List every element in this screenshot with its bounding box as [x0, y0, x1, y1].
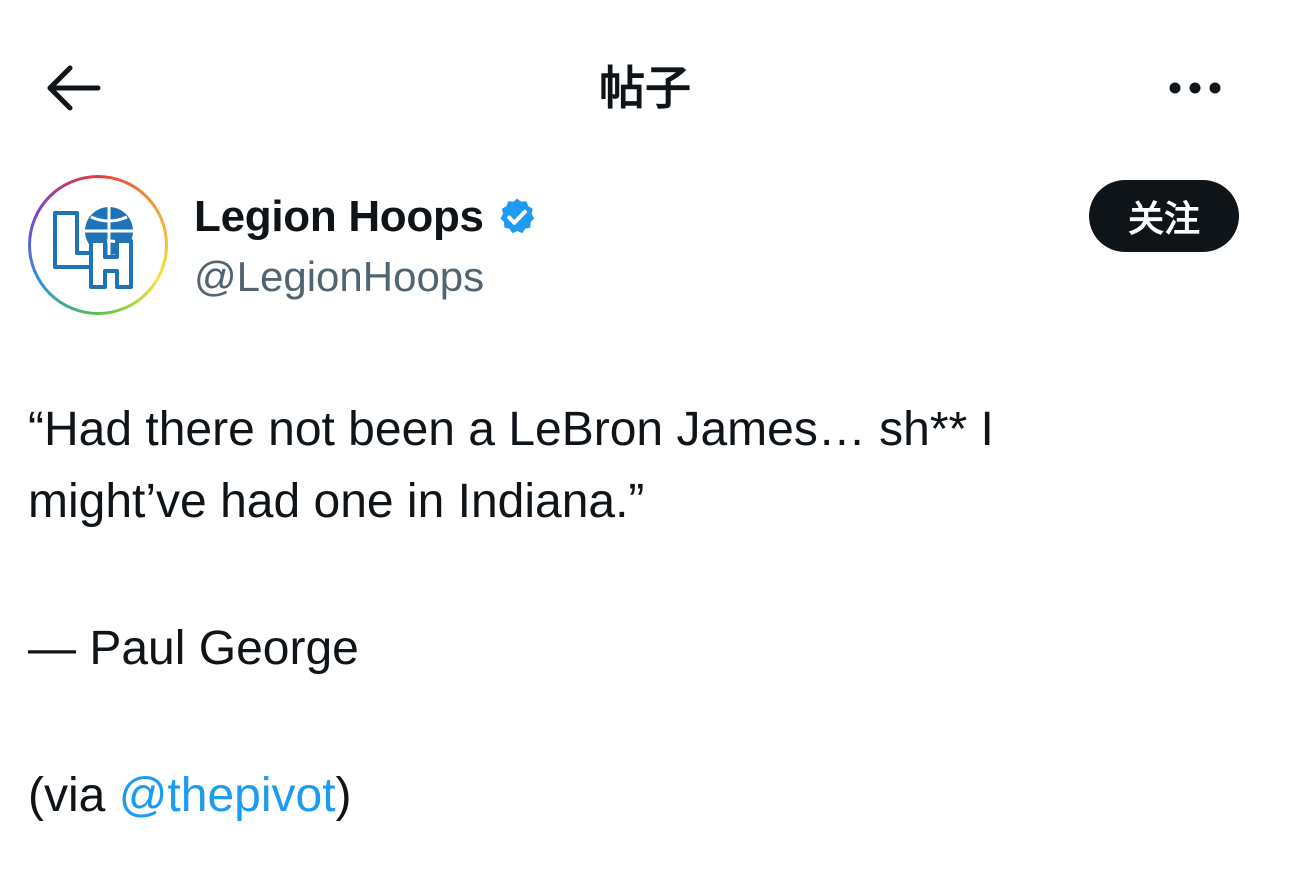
- verified-badge-icon: [496, 196, 538, 238]
- tweet-via-line: (via @thepivot): [28, 760, 1258, 832]
- tweet-text-line: might’ve had one in Indiana.”: [28, 475, 645, 528]
- follow-button[interactable]: 关注: [1089, 180, 1239, 252]
- more-options-button[interactable]: [1160, 68, 1230, 108]
- top-navigation-bar: 帖子: [0, 0, 1290, 175]
- more-horizontal-icon: [1169, 82, 1221, 94]
- via-prefix: (via: [28, 769, 119, 822]
- via-suffix: ): [335, 769, 352, 822]
- mention-link[interactable]: @thepivot: [119, 769, 336, 822]
- author-display-name[interactable]: Legion Hoops: [194, 189, 484, 245]
- tweet-text-line: “Had there not been a LeBron James… sh**…: [28, 403, 994, 456]
- legion-hoops-logo-icon: [53, 207, 133, 289]
- avatar-logo: [31, 178, 165, 312]
- tweet-attribution: — Paul George: [28, 622, 359, 675]
- tweet-text: “Had there not been a LeBron James… sh**…: [28, 394, 1258, 832]
- author-handle[interactable]: @LegionHoops: [194, 249, 484, 305]
- name-row: Legion Hoops: [194, 189, 538, 245]
- tweet-author: Legion Hoops @LegionHoops 关注: [28, 175, 1262, 320]
- avatar[interactable]: [28, 175, 168, 315]
- page-title: 帖子: [599, 61, 691, 115]
